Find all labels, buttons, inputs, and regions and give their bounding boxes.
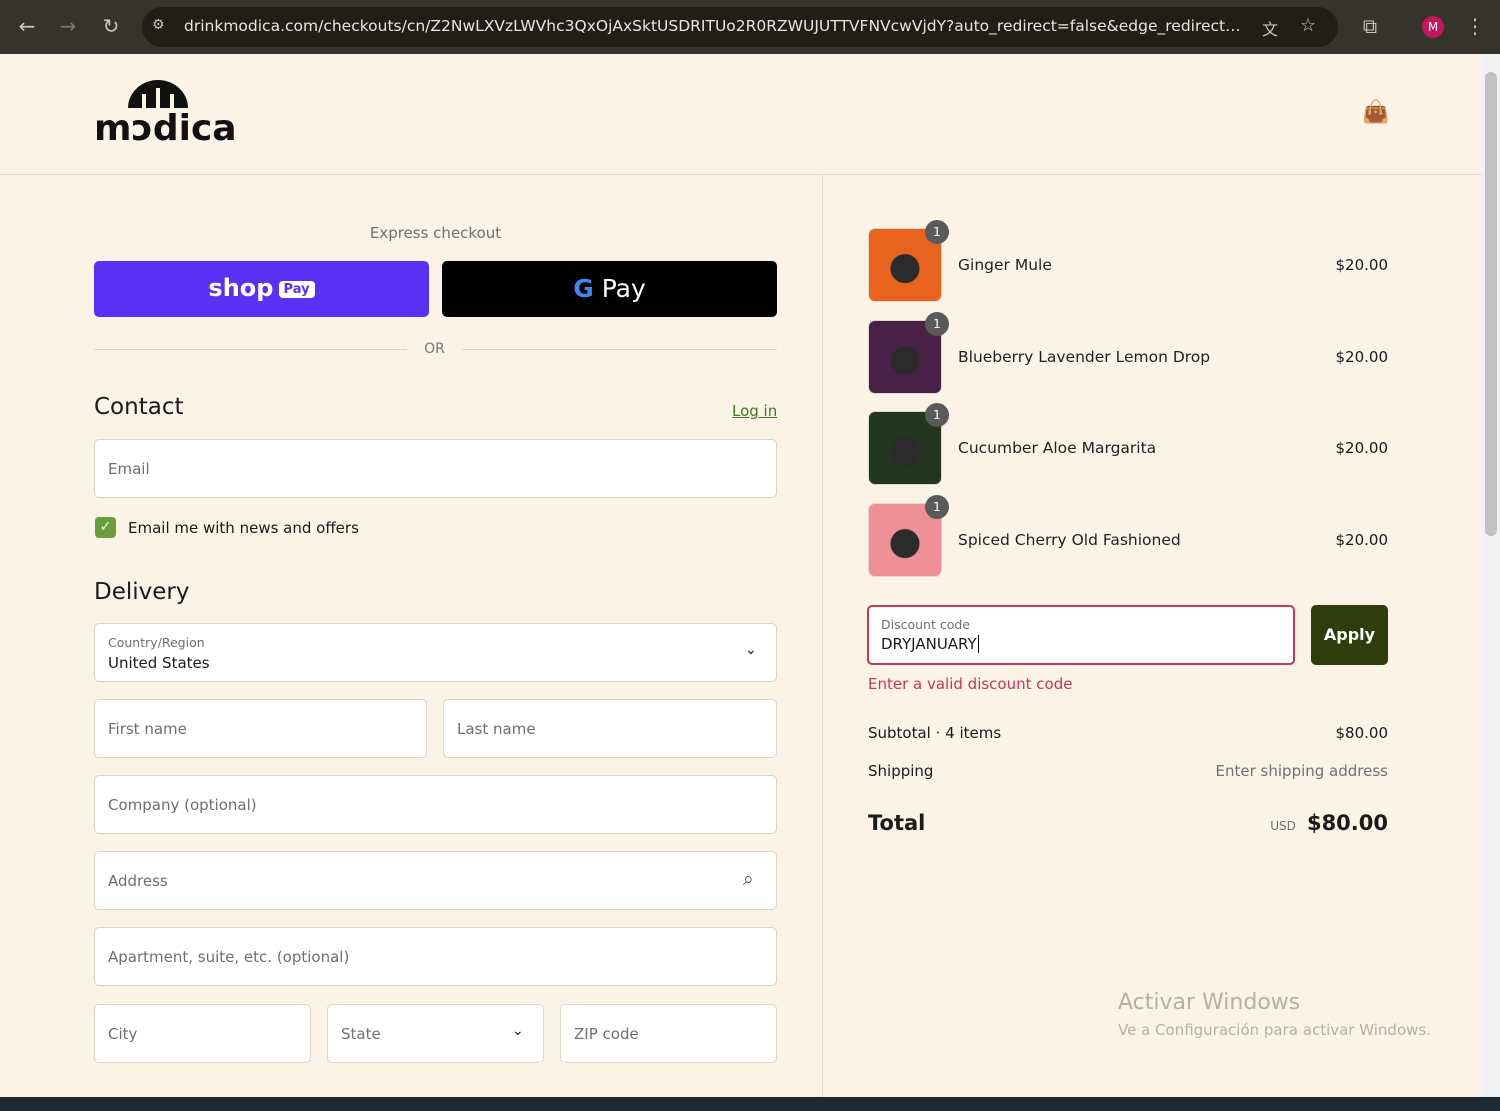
product-name: Spiced Cherry Old Fashioned <box>958 530 1181 549</box>
email-placeholder: Email <box>108 460 150 478</box>
modica-logo[interactable]: mɔdica. <box>94 76 250 155</box>
star-icon[interactable]: ☆ <box>1300 15 1316 36</box>
product-name: Ginger Mule <box>958 256 1052 274</box>
discount-code-input[interactable]: Discount code DRYJANUARY <box>867 605 1295 665</box>
product-name: Cucumber Aloe Margarita <box>958 439 1157 457</box>
quantity-badge: 1 <box>925 403 949 427</box>
quantity-badge: 1 <box>925 494 949 519</box>
address-input[interactable]: Address ⌕ <box>94 851 777 910</box>
product-price: $20.00 <box>1335 347 1389 366</box>
email-input[interactable]: Email <box>94 439 777 498</box>
forward-icon[interactable]: → <box>55 14 81 38</box>
total-value-group: USD $80.00 <box>1270 811 1388 835</box>
product-price: $20.00 <box>1335 439 1389 457</box>
site-header: mɔdica. 👜 <box>0 54 1482 175</box>
cart-item: 1 Cucumber Aloe Margarita $20.00 <box>868 403 1389 486</box>
last-name-placeholder: Last name <box>457 720 536 738</box>
last-name-input[interactable]: Last name <box>443 699 777 758</box>
company-input[interactable]: Company (optional) <box>94 775 777 834</box>
product-price: $20.00 <box>1335 530 1389 549</box>
state-select[interactable]: State ⌄ <box>327 1004 544 1063</box>
shop-pay-button[interactable]: shop Pay <box>94 261 429 317</box>
company-placeholder: Company (optional) <box>108 796 257 814</box>
extensions-icon[interactable]: ⧉ <box>1357 14 1383 38</box>
cart-item: 1 Ginger Mule $20.00 <box>868 220 1389 303</box>
city-input[interactable]: City <box>94 1004 311 1063</box>
google-g-icon: G <box>573 274 594 303</box>
login-link[interactable]: Log in <box>732 402 777 420</box>
contact-heading: Contact <box>94 394 184 420</box>
chevron-down-icon: ⌄ <box>512 1023 524 1039</box>
currency-code: USD <box>1270 819 1296 833</box>
apply-button[interactable]: Apply <box>1311 605 1388 665</box>
newsletter-label: Email me with news and offers <box>128 519 359 537</box>
svg-text:mɔdica.: mɔdica. <box>94 108 234 149</box>
menu-icon[interactable]: ⋮ <box>1462 14 1488 38</box>
windows-watermark-title: Activar Windows <box>1118 990 1301 1015</box>
google-pay-button[interactable]: G Pay <box>442 261 777 317</box>
cart-item: 1 Blueberry Lavender Lemon Drop $20.00 <box>868 311 1389 395</box>
shop-pay-text: shop <box>208 274 274 302</box>
zip-input[interactable]: ZIP code <box>560 1004 777 1063</box>
quantity-badge: 1 <box>925 311 949 336</box>
product-name: Blueberry Lavender Lemon Drop <box>958 347 1211 366</box>
url-text[interactable]: drinkmodica.com/checkouts/cn/Z2NwLXVzLWV… <box>184 17 1244 35</box>
address-bar[interactable]: ⚙ drinkmodica.com/checkouts/cn/Z2NwLXVzL… <box>142 7 1338 47</box>
country-select[interactable]: Country/Region United States ⌄ <box>94 623 777 682</box>
browser-toolbar: ← → ↻ ⚙ drinkmodica.com/checkouts/cn/Z2N… <box>0 0 1500 54</box>
discount-error: Enter a valid discount code <box>868 675 1073 693</box>
windows-taskbar <box>0 1097 1500 1111</box>
shop-pay-badge: Pay <box>278 281 315 298</box>
subtotal-value: $80.00 <box>1335 724 1389 742</box>
cart-item: 1 Spiced Cherry Old Fashioned $20.00 <box>868 494 1389 578</box>
zip-placeholder: ZIP code <box>574 1025 639 1043</box>
or-separator: OR <box>424 341 445 357</box>
first-name-placeholder: First name <box>108 720 187 738</box>
product-price: $20.00 <box>1335 256 1389 274</box>
gpay-text: Pay <box>601 274 646 303</box>
reload-icon[interactable]: ↻ <box>98 14 124 38</box>
search-icon[interactable]: ⌕ <box>743 868 754 890</box>
address-placeholder: Address <box>108 872 168 890</box>
back-icon[interactable]: ← <box>14 14 40 38</box>
delivery-heading: Delivery <box>94 579 190 605</box>
state-placeholder: State <box>341 1025 381 1043</box>
newsletter-checkbox[interactable]: ✓ <box>95 517 116 538</box>
profile-avatar[interactable]: M <box>1422 16 1444 38</box>
apartment-input[interactable]: Apartment, suite, etc. (optional) <box>94 927 777 986</box>
scrollbar-thumb[interactable] <box>1485 72 1497 536</box>
subtotal-label: Subtotal · 4 items <box>868 724 1002 742</box>
divider-left <box>94 349 407 350</box>
cart-bag-icon[interactable]: 👜 <box>1362 100 1389 125</box>
total-value: $80.00 <box>1306 811 1388 835</box>
chevron-down-icon: ⌄ <box>745 642 757 658</box>
discount-value: DRYJANUARY <box>881 635 979 653</box>
apartment-placeholder: Apartment, suite, etc. (optional) <box>108 948 350 966</box>
windows-watermark-subtitle: Ve a Configuración para activar Windows. <box>1118 1021 1431 1039</box>
translate-icon[interactable]: 文 <box>1262 16 1278 40</box>
country-value: United States <box>108 654 210 672</box>
shipping-value: Enter shipping address <box>1215 762 1388 780</box>
express-checkout-label: Express checkout <box>369 224 502 242</box>
column-divider <box>822 175 823 1097</box>
discount-label: Discount code <box>881 617 970 632</box>
site-settings-icon[interactable]: ⚙ <box>152 17 165 33</box>
quantity-badge: 1 <box>925 220 949 244</box>
shipping-label: Shipping <box>868 762 934 780</box>
first-name-input[interactable]: First name <box>94 699 427 758</box>
total-label: Total <box>868 811 926 835</box>
country-label: Country/Region <box>108 635 205 650</box>
city-placeholder: City <box>108 1025 138 1043</box>
divider-right <box>462 349 777 350</box>
